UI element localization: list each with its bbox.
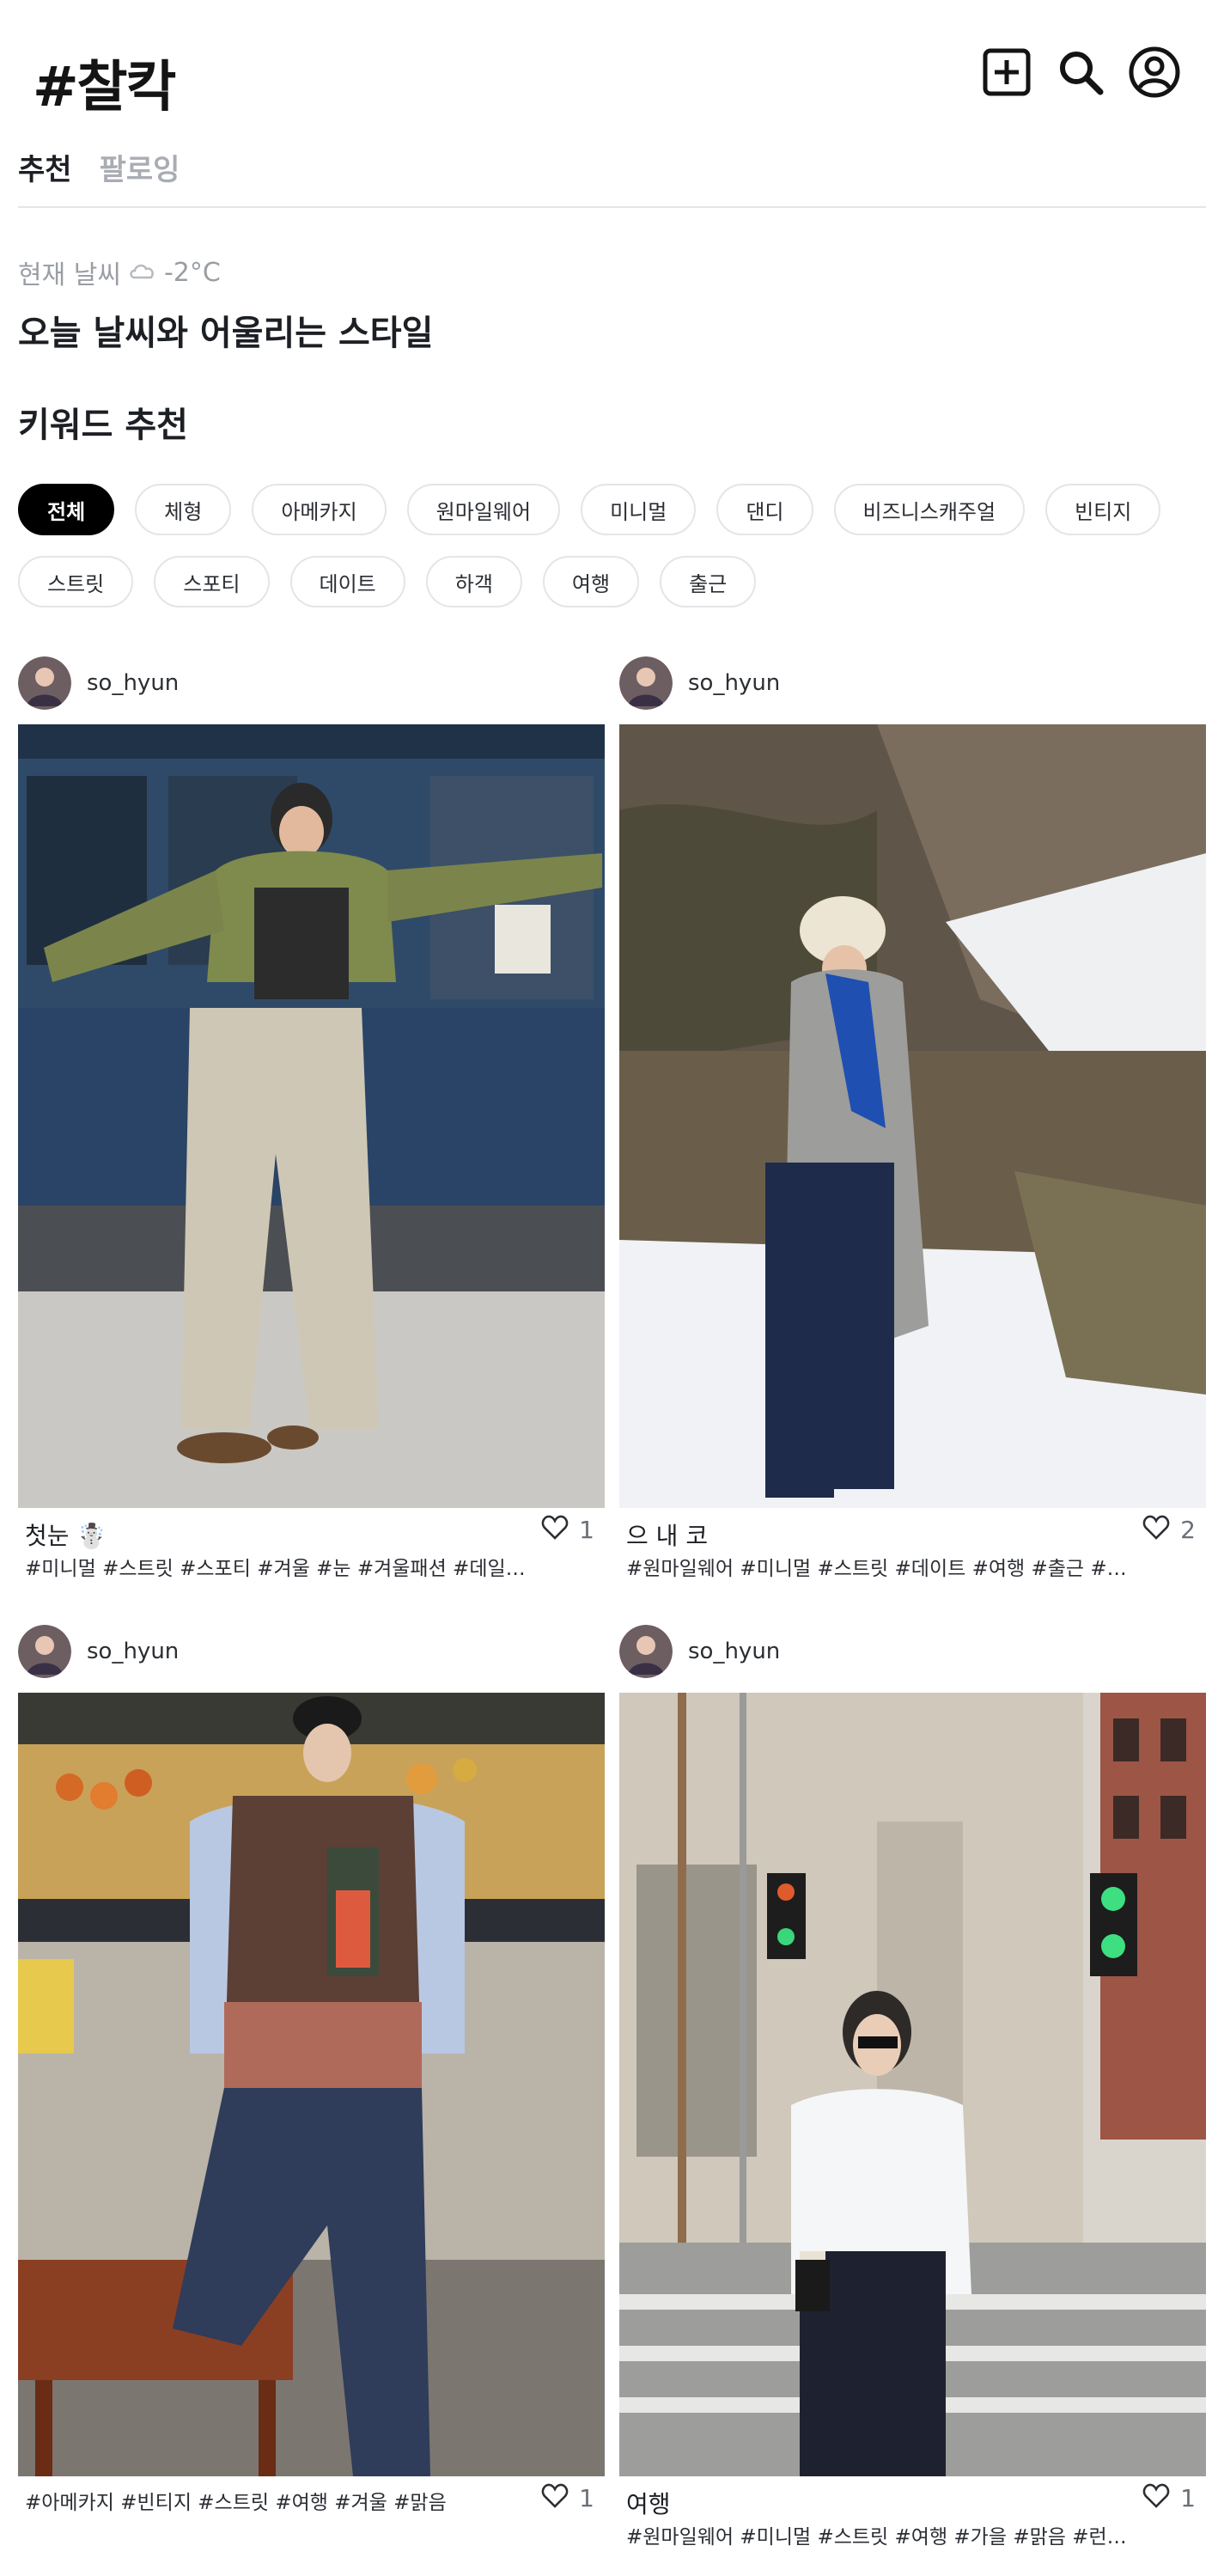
weather-label: 현재 날씨 — [18, 260, 121, 290]
post-card[interactable]: so_hyun — [619, 1624, 1206, 2561]
weather-headline: 오늘 날씨와 어울리는 스타일 — [18, 314, 434, 353]
keyword-chip[interactable]: 스트릿 — [18, 556, 134, 607]
tab-recommended[interactable]: 추천 — [18, 146, 72, 188]
avatar[interactable] — [619, 1625, 673, 1678]
feed-tabs: 추천 팔로잉 — [18, 146, 180, 188]
keyword-chips-row-2: 스트릿 스포티 데이트 하객 여행 출근 — [18, 556, 1212, 607]
heart-icon[interactable] — [541, 1515, 569, 1544]
post-tags: #아메카지 #빈티지 #스트릿 #여행 #겨울 #맑음 — [25, 2492, 447, 2514]
keyword-chip[interactable]: 아메카지 — [252, 484, 387, 535]
post-tags: #원마일웨어 #미니멀 #스트릿 #데이트 #여행 #출근 #겨... — [626, 1558, 1142, 1580]
like-button[interactable]: 1 — [541, 1515, 594, 1544]
username[interactable]: so_hyun — [87, 670, 179, 696]
weather-info: 현재 날씨 -2°C — [18, 253, 221, 291]
like-count: 1 — [579, 1515, 594, 1544]
like-button[interactable]: 1 — [541, 2483, 594, 2512]
post-title: 여행 — [626, 2490, 671, 2518]
avatar[interactable] — [18, 1625, 71, 1678]
like-button[interactable]: 1 — [1142, 2483, 1196, 2512]
like-count: 1 — [579, 2483, 594, 2512]
like-count: 2 — [1180, 1515, 1196, 1544]
username[interactable]: so_hyun — [688, 1639, 780, 1664]
tabs-divider — [18, 206, 1206, 208]
post-photo[interactable] — [18, 1693, 605, 2476]
tab-following[interactable]: 팔로잉 — [100, 146, 180, 188]
keyword-chip[interactable]: 출근 — [660, 556, 757, 607]
keyword-chip[interactable]: 비즈니스캐주얼 — [833, 484, 1026, 535]
heart-icon[interactable] — [1142, 1515, 1170, 1544]
search-icon[interactable] — [1053, 45, 1108, 100]
app-logo[interactable]: #찰칵 — [33, 43, 176, 122]
cloud-icon — [128, 258, 157, 288]
weather-temp: -2°C — [163, 257, 221, 288]
post-author[interactable]: so_hyun — [619, 1624, 780, 1679]
keyword-chip[interactable]: 스포티 — [154, 556, 270, 607]
keyword-chip[interactable]: 빈티지 — [1045, 484, 1161, 535]
post-title: 첫눈 ☃️ — [25, 1522, 107, 1550]
keyword-chip[interactable]: 데이트 — [289, 556, 405, 607]
username[interactable]: so_hyun — [688, 670, 780, 696]
header-actions — [979, 45, 1182, 100]
add-square-icon[interactable] — [979, 45, 1034, 100]
post-author[interactable]: so_hyun — [619, 656, 780, 711]
post-title: 으 내 코 — [626, 1522, 709, 1550]
keyword-chip[interactable]: 원마일웨어 — [406, 484, 561, 535]
top-bar: #찰칵 — [0, 0, 1218, 150]
avatar[interactable] — [18, 656, 71, 710]
heart-icon[interactable] — [541, 2483, 569, 2512]
post-card[interactable]: so_hyun — [18, 1624, 605, 2561]
post-card[interactable]: so_hyun 으 내 코 #원마일웨어 #미니멀 #스트릿 #데이트 #여행 … — [619, 656, 1206, 1592]
like-count: 1 — [1180, 2483, 1196, 2512]
heart-icon[interactable] — [1142, 2483, 1170, 2512]
avatar[interactable] — [619, 656, 673, 710]
post-card[interactable]: so_hyun — [18, 656, 605, 1592]
app-screen: #찰칵 추천 팔로잉 현재 날씨 -2°C 오늘 날씨와 어울리는 스타일 키워… — [0, 0, 1218, 2576]
post-tags: #원마일웨어 #미니멀 #스트릿 #여행 #가을 #맑음 #런던... — [626, 2526, 1142, 2549]
post-photo[interactable] — [18, 724, 605, 1508]
keyword-chip[interactable]: 댄디 — [716, 484, 813, 535]
profile-icon[interactable] — [1127, 45, 1182, 100]
keyword-chip[interactable]: 체형 — [135, 484, 232, 535]
like-button[interactable]: 2 — [1142, 1515, 1196, 1544]
username[interactable]: so_hyun — [87, 1639, 179, 1664]
post-photo[interactable] — [619, 1693, 1206, 2476]
post-author[interactable]: so_hyun — [18, 656, 179, 711]
post-tags: #미니멀 #스트릿 #스포티 #겨울 #눈 #겨울패션 #데일리... — [25, 1558, 540, 1580]
keyword-section-title: 키워드 추천 — [18, 406, 188, 445]
keyword-chip[interactable]: 하객 — [425, 556, 522, 607]
keyword-chip-all[interactable]: 전체 — [18, 484, 115, 535]
post-photo[interactable] — [619, 724, 1206, 1508]
keyword-chips-row-1: 전체 체형 아메카지 원마일웨어 미니멀 댄디 비즈니스캐주얼 빈티지 — [18, 484, 1212, 535]
keyword-chip[interactable]: 여행 — [542, 556, 640, 607]
keyword-chip[interactable]: 미니멀 — [581, 484, 697, 535]
post-author[interactable]: so_hyun — [18, 1624, 179, 1679]
